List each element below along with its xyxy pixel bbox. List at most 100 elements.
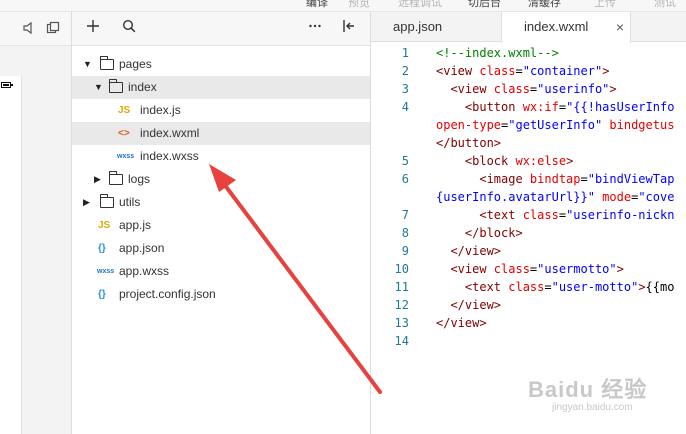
code-line[interactable]: </button> [371,134,686,152]
code-token: > [566,154,574,168]
more-options-icon[interactable] [308,19,322,36]
line-number: 14 [394,334,409,348]
code-line[interactable]: open-type="getUserInfo" bindgetus [371,116,686,134]
line-content: {userInfo.avatarUrl}}" mode="cove [436,188,674,206]
code-token: </view> [436,316,487,330]
upload-button[interactable]: 上传 [594,0,616,10]
code-line[interactable]: 11 <text class="user-motto">{{mo [371,278,686,296]
tree-file-project-config-json[interactable]: {} project.config.json [72,283,370,306]
line-number: 2 [401,64,409,78]
code-line[interactable]: 13 </view> [371,314,686,332]
line-number: 10 [394,262,409,276]
preview-button[interactable]: 预览 [348,0,370,10]
background-button[interactable]: 切后台 [468,0,501,10]
tree-file-index-wxml[interactable]: <> index.wxml [72,122,370,145]
line-content: <block wx:else> [436,152,573,170]
code-line[interactable]: 5 <block wx:else> [371,152,686,170]
line-content: <!--index.wxml--> [436,44,559,62]
js-file-icon: JS [98,220,111,231]
chevron-down-icon[interactable]: ▼ [94,76,103,99]
code-line[interactable]: 14 [371,332,686,350]
line-content: <view class="container"> [436,62,609,80]
code-token: bindgetus [602,118,675,132]
volume-icon[interactable] [22,21,36,38]
code-token: "bindViewTap [587,172,675,186]
code-token: {userInfo.avatarUrl}}" [436,190,595,204]
line-number: 12 [394,298,409,312]
line-content: <view class="userinfo"> [436,80,617,98]
code-line[interactable]: 7 <text class="userinfo-nickn [371,206,686,224]
add-file-icon[interactable] [86,19,100,36]
code-line[interactable]: 1 <!--index.wxml--> [371,44,686,62]
code-token: = [544,280,552,294]
code-line[interactable]: 3 <view class="userinfo"> [371,80,686,98]
js-file-icon: JS [118,105,131,116]
code-token: = [558,100,567,114]
tab-index-wxml[interactable]: index.wxml × [501,12,631,43]
folder-open-icon [100,56,114,70]
code-token: wx:else [515,154,567,168]
tree-folder-pages[interactable]: ▼ pages [72,53,370,76]
line-number: 8 [401,226,409,240]
tree-file-app-json[interactable]: {} app.json [72,237,370,260]
tree-label: app.js [119,218,152,232]
compile-button[interactable]: 编译 [306,0,328,10]
code-line[interactable]: 12 </view> [371,296,686,314]
code-token: open-type [436,118,502,132]
tree-file-index-wxss[interactable]: wxss index.wxss [72,145,370,168]
tree-file-app-wxss[interactable]: wxss app.wxss [72,260,370,283]
code-token: {{mo [645,280,675,294]
code-token: > [602,64,610,78]
code-area[interactable]: 1 <!--index.wxml--> 2 <view class="containe… [371,44,686,350]
tree-folder-utils[interactable]: ▶ utils [72,191,370,214]
line-number: 13 [394,316,409,330]
line-number: 1 [401,46,409,60]
line-content: </view> [436,242,501,260]
chevron-down-icon[interactable]: ▼ [83,53,92,76]
code-token: class [493,82,530,96]
test-button[interactable]: 测试 [654,0,676,10]
code-line[interactable]: 10 <view class="usermotto"> [371,260,686,278]
remote-debug-button[interactable]: 远程调试 [398,0,442,10]
top-toolbar: 编译 预览 远程调试 切后台 清缓存 上传 测试 [0,0,686,12]
close-icon[interactable]: × [616,12,624,42]
search-icon[interactable] [122,19,136,36]
code-token: = [580,172,588,186]
code-token: </view> [436,244,502,258]
file-explorer: ▼ pages ▼ index JS index.js <> index.wxm… [72,12,371,434]
detach-window-icon[interactable] [46,21,60,38]
code-line[interactable]: 9 </view> [371,242,686,260]
chevron-right-icon[interactable]: ▶ [94,168,101,191]
tree-label: index.wxml [140,126,200,140]
tree-label: app.json [119,241,165,255]
code-line[interactable]: {userInfo.avatarUrl}}" mode="cove [371,188,686,206]
code-token: mode [594,190,632,204]
tree-folder-index[interactable]: ▼ index [72,76,370,99]
tree-folder-logs[interactable]: ▶ logs [72,168,370,191]
tree-file-app-js[interactable]: JS app.js [72,214,370,237]
code-editor: app.json index.wxml × 1 <!--index.wxml-->… [371,12,686,434]
json-file-icon: {} [98,243,106,254]
code-line[interactable]: 6 <image bindtap="bindViewTap [371,170,686,188]
code-token: "{{!hasUserInfo [566,100,675,114]
simulator-screen[interactable] [0,76,22,434]
editor-tabs: app.json index.wxml × [371,12,686,43]
chevron-right-icon[interactable]: ▶ [83,191,90,214]
collapse-panel-icon[interactable] [342,19,356,36]
code-line[interactable]: 8 </block> [371,224,686,242]
code-token: > [609,82,617,96]
json-file-icon: {} [98,289,106,300]
line-number: 6 [401,172,409,186]
wxss-file-icon: wxss [97,268,115,275]
code-token: <view [436,82,494,96]
code-line[interactable]: 2 <view class="container"> [371,62,686,80]
line-number: 4 [401,100,409,114]
tab-app-json[interactable]: app.json [383,12,452,42]
wxml-file-icon: <> [118,128,130,139]
tab-label: app.json [393,19,443,34]
code-line[interactable]: 4 <button wx:if="{{!hasUserInfo [371,98,686,116]
line-content: </block> [436,224,523,242]
line-number: 9 [401,244,409,258]
tree-file-index-js[interactable]: JS index.js [72,99,370,122]
clear-cache-button[interactable]: 清缓存 [528,0,561,10]
